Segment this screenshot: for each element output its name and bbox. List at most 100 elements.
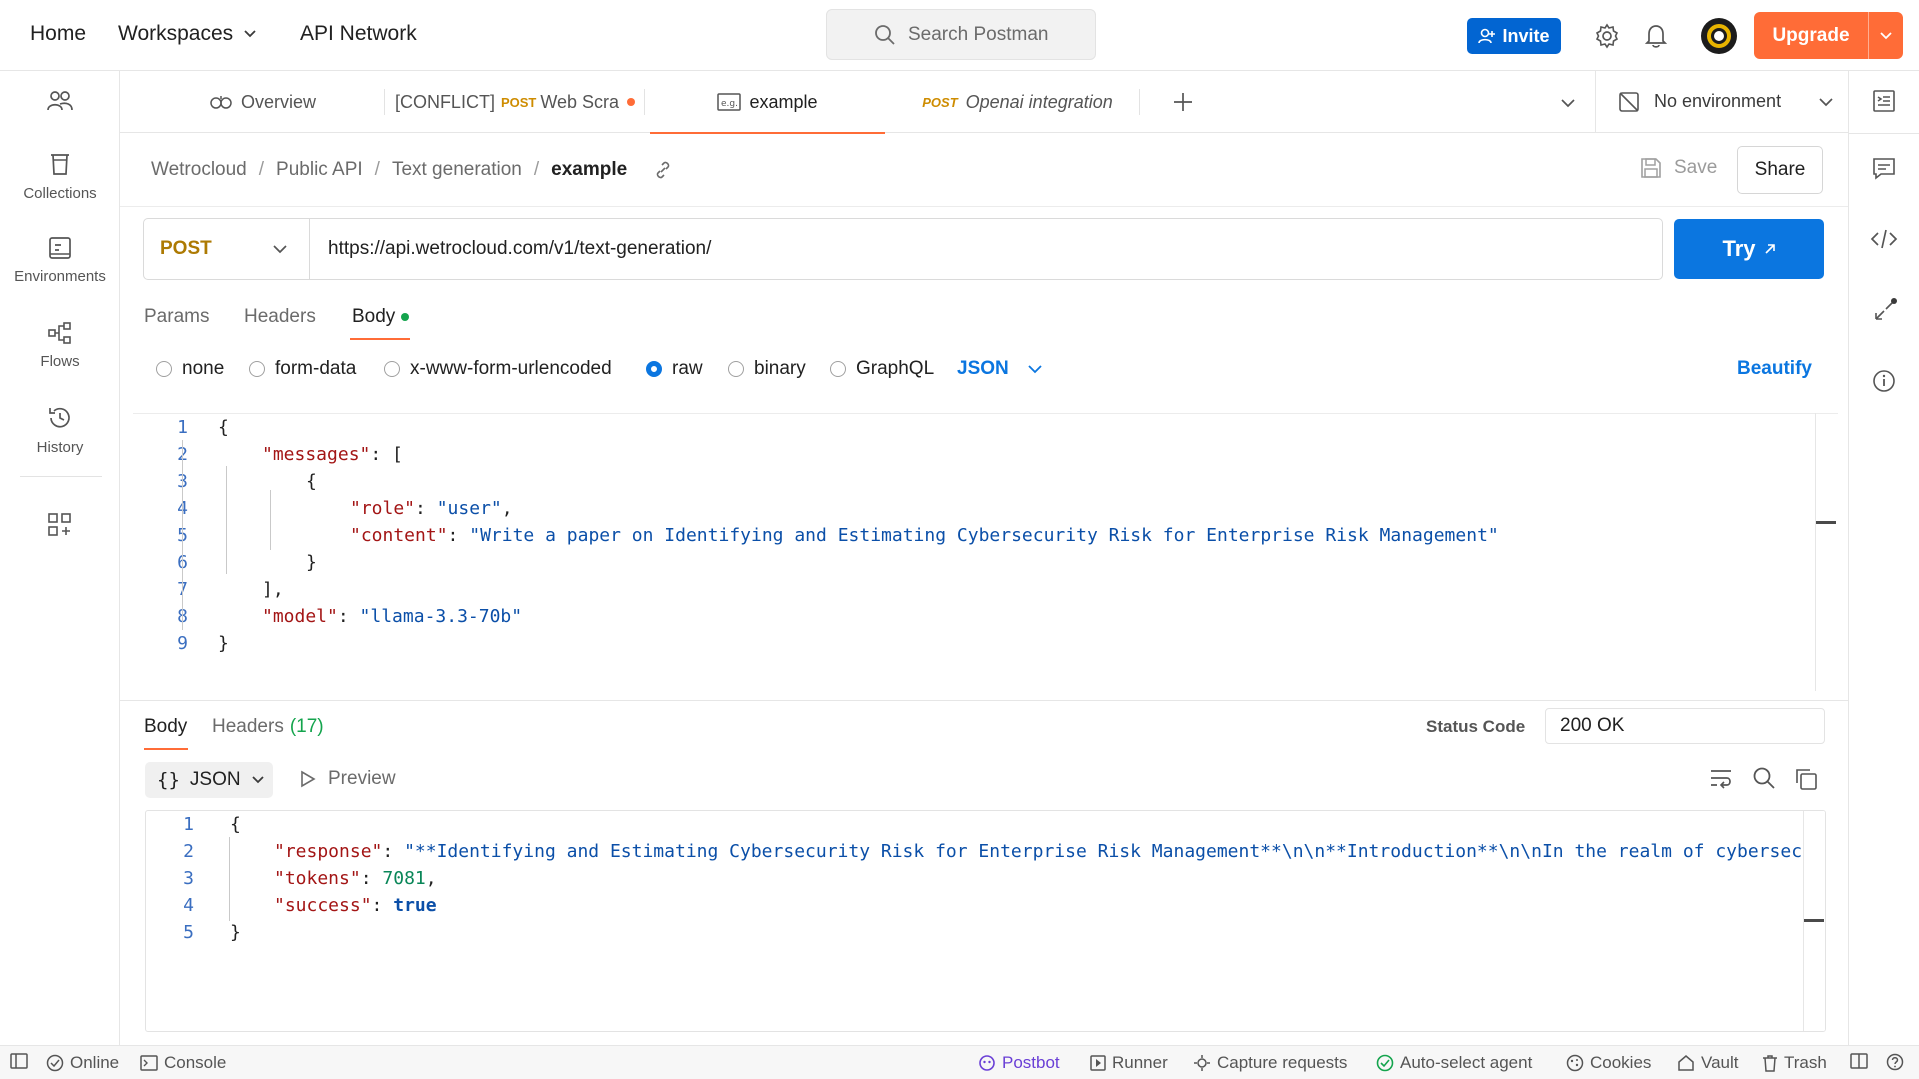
bell-icon[interactable]: [1645, 23, 1667, 49]
tab-headers[interactable]: Headers: [244, 306, 316, 328]
tab-label: Body: [352, 306, 396, 327]
preview-button[interactable]: Preview: [300, 768, 396, 790]
auto-select-agent-button[interactable]: Auto-select agent: [1376, 1053, 1532, 1073]
code-line: "content": "Write a paper on Identifying…: [350, 525, 1499, 546]
online-status[interactable]: Online: [46, 1053, 119, 1073]
sidebar-item-flows[interactable]: Flows: [0, 321, 120, 370]
check-circle-icon: [46, 1054, 64, 1072]
tab-body[interactable]: Body: [352, 306, 410, 328]
environment-select[interactable]: No environment: [1595, 71, 1848, 133]
search-placeholder: Search Postman: [908, 23, 1049, 45]
response-body-viewer[interactable]: 1 2 3 4 5 { "response": "**Identifying a…: [145, 810, 1826, 1032]
tab-web-scraping[interactable]: [CONFLICT] POST Web Scra: [385, 71, 645, 133]
play-icon: [301, 770, 316, 788]
scrollbar-thumb[interactable]: [1804, 919, 1824, 922]
workspaces-menu[interactable]: Workspaces: [118, 22, 257, 46]
comments-icon[interactable]: [1872, 157, 1896, 181]
home-link[interactable]: Home: [30, 22, 86, 46]
editor-scrollbar[interactable]: [1803, 811, 1825, 1031]
response-format-select[interactable]: {} JSON: [145, 762, 273, 798]
code-line: "messages": [: [262, 444, 403, 465]
language-select[interactable]: JSON: [957, 358, 1043, 380]
share-button[interactable]: Share: [1737, 146, 1823, 194]
new-tab-plus-icon[interactable]: [1172, 91, 1194, 113]
sidebar-item-environments[interactable]: Environments: [0, 236, 120, 285]
trash-can-collections-icon: [51, 154, 69, 175]
method-select[interactable]: POST: [144, 219, 310, 279]
invite-button[interactable]: Invite: [1467, 18, 1561, 54]
json-key: "tokens": [274, 868, 361, 889]
page-title[interactable]: example: [551, 159, 627, 181]
avatar[interactable]: [1700, 17, 1738, 55]
trash-button[interactable]: Trash: [1762, 1053, 1827, 1073]
radio-label: GraphQL: [856, 358, 935, 379]
tab-openai-integration[interactable]: POST Openai integration: [895, 71, 1140, 133]
chevron-down-icon: [251, 776, 264, 784]
unsaved-dot: [627, 98, 636, 106]
documentation-icon[interactable]: [1872, 89, 1896, 113]
help-button[interactable]: [1886, 1053, 1904, 1071]
indent-guide: [229, 837, 230, 921]
scrollbar-thumb[interactable]: [1816, 521, 1836, 524]
radio-circle: [384, 361, 400, 377]
breadcrumb-item[interactable]: Wetrocloud: [151, 159, 247, 181]
vault-button[interactable]: Vault: [1677, 1053, 1739, 1073]
radio-binary[interactable]: binary: [728, 358, 806, 380]
layout-toggle-button[interactable]: [1850, 1053, 1868, 1069]
sidebar-item-label: Environments: [14, 268, 106, 285]
url-input[interactable]: https://api.wetrocloud.com/v1/text-gener…: [310, 238, 711, 260]
tab-params[interactable]: Params: [144, 306, 209, 328]
runner-button[interactable]: Runner: [1090, 1053, 1168, 1073]
gear-icon[interactable]: [1594, 23, 1620, 49]
upgrade-button[interactable]: Upgrade: [1754, 12, 1903, 59]
json-string: "**Identifying and Estimating Cybersecur…: [404, 841, 1826, 862]
search-icon[interactable]: [1752, 766, 1776, 790]
tab-response-headers[interactable]: Headers (17): [212, 716, 324, 738]
api-network-link[interactable]: API Network: [300, 22, 417, 46]
wrap-lines-icon[interactable]: [1709, 767, 1733, 789]
link-icon[interactable]: [653, 160, 673, 180]
json-key: "response": [274, 841, 383, 862]
apps-add-icon: [48, 513, 71, 536]
sidebar-item-collections[interactable]: Collections: [0, 151, 120, 202]
search-input[interactable]: Search Postman: [826, 9, 1096, 60]
radio-none[interactable]: none: [156, 358, 224, 380]
radio-urlencoded[interactable]: x-www-form-urlencoded: [384, 358, 612, 380]
console-button[interactable]: Console: [140, 1053, 226, 1073]
save-button[interactable]: Save: [1640, 157, 1717, 179]
capture-requests-button[interactable]: Capture requests: [1193, 1053, 1347, 1073]
request-body-editor[interactable]: 1 2 3 4 5 6 7 8 9 { "messages": [ { "rol…: [133, 413, 1838, 691]
toggle-sidebar-button[interactable]: [10, 1053, 28, 1069]
cookies-button[interactable]: Cookies: [1566, 1053, 1651, 1073]
tab-overview[interactable]: Overview: [140, 71, 385, 133]
postbot-button[interactable]: Postbot: [978, 1053, 1060, 1073]
breadcrumb: Wetrocloud / Public API / Text generatio…: [120, 133, 1848, 207]
line-number: 2: [158, 444, 188, 465]
radio-raw[interactable]: raw: [646, 358, 703, 380]
json-punct: ,: [425, 868, 437, 889]
postbot-icon: [979, 1055, 995, 1071]
tab-label: Headers: [212, 716, 284, 737]
breadcrumb-item[interactable]: Public API: [276, 159, 363, 181]
breadcrumb-item[interactable]: Text generation: [392, 159, 522, 181]
json-number: 7081: [382, 868, 426, 889]
radio-label: x-www-form-urlencoded: [410, 358, 612, 379]
tab-response-body[interactable]: Body: [144, 716, 187, 738]
breadcrumb-separator: /: [374, 158, 380, 180]
radio-circle: [156, 361, 172, 377]
copy-icon[interactable]: [1794, 767, 1818, 791]
add-workbench-button[interactable]: [0, 512, 120, 546]
editor-scrollbar[interactable]: [1815, 413, 1837, 691]
code-icon[interactable]: [1870, 228, 1898, 250]
upgrade-menu-toggle[interactable]: [1869, 31, 1903, 41]
related-collections-icon[interactable]: [1872, 297, 1898, 323]
team-button[interactable]: [0, 89, 120, 121]
beautify-button[interactable]: Beautify: [1737, 358, 1812, 380]
try-button[interactable]: Try: [1674, 219, 1824, 279]
radio-form-data[interactable]: form-data: [249, 358, 356, 380]
sidebar-item-history[interactable]: History: [0, 405, 120, 456]
info-icon[interactable]: [1872, 369, 1896, 393]
tab-example[interactable]: e.g. example: [650, 71, 885, 134]
radio-graphql[interactable]: GraphQL: [830, 358, 934, 380]
chevron-down-icon[interactable]: [1560, 98, 1576, 108]
